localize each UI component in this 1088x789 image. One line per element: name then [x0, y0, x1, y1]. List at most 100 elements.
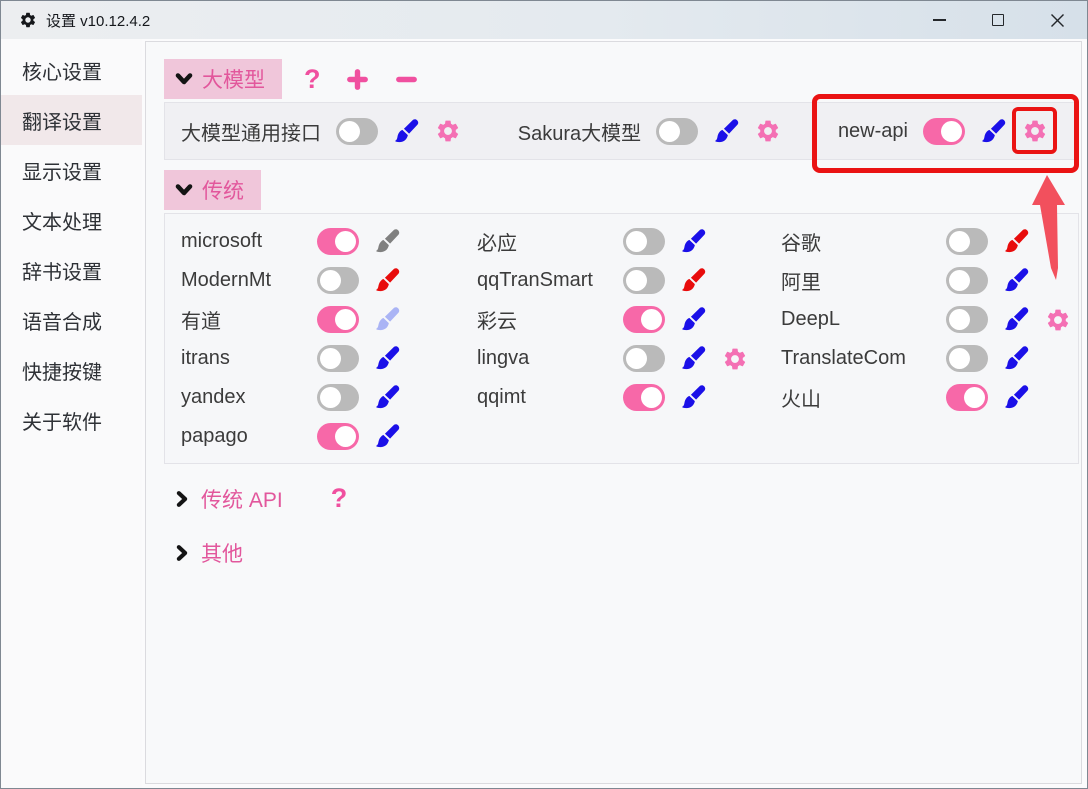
brush-icon[interactable] — [374, 267, 401, 294]
sidebar-item-label: 翻译设置 — [22, 106, 102, 135]
service-toggle[interactable] — [946, 306, 988, 333]
help-icon[interactable]: ? — [331, 483, 348, 514]
service-toggle[interactable] — [317, 345, 359, 372]
service-label: papago — [181, 425, 302, 448]
brush-icon[interactable] — [374, 423, 401, 450]
sidebar-item-label: 语音合成 — [22, 306, 102, 335]
brush-icon[interactable] — [680, 267, 707, 294]
service-toggle[interactable] — [946, 384, 988, 411]
sidebar-item-5[interactable]: 语音合成 — [1, 295, 142, 345]
brush-icon[interactable] — [374, 228, 401, 255]
minus-icon[interactable] — [394, 67, 419, 92]
traditional-section-bar: 传统 — [164, 170, 1081, 210]
gear-icon[interactable] — [435, 118, 461, 144]
gear-icon[interactable] — [1022, 118, 1048, 144]
brush-icon[interactable] — [393, 118, 420, 145]
toggle-knob — [339, 121, 360, 142]
service-label: 火山 — [781, 383, 931, 412]
toggle-knob — [949, 231, 970, 252]
service-label: new-api — [838, 120, 908, 143]
brush-icon[interactable] — [680, 228, 707, 255]
gear-icon[interactable] — [722, 346, 748, 372]
service-阿里: 阿里 — [781, 261, 1078, 300]
service-label: 阿里 — [781, 266, 931, 295]
chevron-down-icon — [174, 69, 194, 89]
help-icon[interactable]: ? — [304, 64, 321, 95]
sidebar-item-1[interactable]: 翻译设置 — [1, 95, 142, 145]
service-deepl: DeepL — [781, 300, 1078, 339]
brush-icon[interactable] — [680, 345, 707, 372]
llm-section-bar: 大模型 ? — [164, 59, 1081, 99]
sidebar-item-label: 核心设置 — [22, 56, 102, 85]
traditional-column-1: 必应 qqTranSmart 彩云 lingva qqimt — [477, 222, 781, 456]
title-bar[interactable]: 设置 v10.12.4.2 — [1, 1, 1087, 39]
brush-icon[interactable] — [374, 345, 401, 372]
section-header-traditional[interactable]: 传统 — [164, 170, 261, 210]
service-yandex: yandex — [181, 378, 477, 417]
maximize-button[interactable] — [981, 1, 1015, 39]
sidebar-item-6[interactable]: 快捷按键 — [1, 345, 142, 395]
chevron-down-icon — [174, 180, 194, 200]
service-toggle[interactable] — [317, 267, 359, 294]
close-button[interactable] — [1040, 1, 1074, 39]
service-toggle[interactable] — [317, 306, 359, 333]
service-toggle[interactable] — [623, 384, 665, 411]
service-谷歌: 谷歌 — [781, 222, 1078, 261]
brush-icon[interactable] — [680, 306, 707, 333]
sidebar-item-4[interactable]: 辞书设置 — [1, 245, 142, 295]
brush-icon[interactable] — [980, 118, 1007, 145]
section-header-traditional-api[interactable]: 传统 API ? — [173, 483, 1081, 514]
toggle-knob — [626, 348, 647, 369]
sidebar-item-2[interactable]: 显示设置 — [1, 145, 142, 195]
brush-icon[interactable] — [680, 384, 707, 411]
toggle-knob — [641, 387, 662, 408]
toggle-knob — [659, 121, 680, 142]
service-toggle[interactable] — [946, 267, 988, 294]
service-label: 谷歌 — [781, 227, 931, 256]
service-label: microsoft — [181, 230, 302, 253]
plus-icon[interactable] — [345, 67, 370, 92]
service-toggle[interactable] — [623, 345, 665, 372]
sidebar-item-3[interactable]: 文本处理 — [1, 195, 142, 245]
service-toggle[interactable] — [946, 345, 988, 372]
section-label-traditional: 传统 — [202, 175, 244, 205]
service-qqimt: qqimt — [477, 378, 781, 417]
service-label: ModernMt — [181, 269, 302, 292]
sidebar-item-7[interactable]: 关于软件 — [1, 395, 142, 445]
service-toggle[interactable] — [317, 423, 359, 450]
minimize-button[interactable] — [922, 1, 956, 39]
service-toggle[interactable] — [623, 306, 665, 333]
service-toggle[interactable] — [656, 118, 698, 145]
brush-icon[interactable] — [713, 118, 740, 145]
sidebar-item-label: 快捷按键 — [22, 356, 102, 385]
service-toggle[interactable] — [946, 228, 988, 255]
gear-icon[interactable] — [755, 118, 781, 144]
service-toggle[interactable] — [923, 118, 965, 145]
brush-icon[interactable] — [374, 384, 401, 411]
brush-icon[interactable] — [1003, 228, 1030, 255]
service-label: 有道 — [181, 305, 302, 334]
section-header-llm[interactable]: 大模型 — [164, 59, 282, 99]
service-toggle[interactable] — [623, 228, 665, 255]
toggle-knob — [626, 270, 647, 291]
toggle-knob — [320, 348, 341, 369]
brush-icon[interactable] — [1003, 345, 1030, 372]
service-translatecom: TranslateCom — [781, 339, 1078, 378]
sidebar-item-0[interactable]: 核心设置 — [1, 45, 142, 95]
brush-icon[interactable] — [1003, 267, 1030, 294]
toggle-knob — [949, 309, 970, 330]
brush-icon[interactable] — [374, 306, 401, 333]
service-label: 大模型通用接口 — [181, 117, 321, 146]
gear-icon[interactable] — [1045, 307, 1071, 333]
brush-icon[interactable] — [1003, 306, 1030, 333]
section-header-other[interactable]: 其他 — [173, 538, 1081, 568]
traditional-services-grid: microsoft ModernMt 有道 itrans yandex papa… — [164, 213, 1079, 464]
close-icon — [1050, 13, 1065, 28]
service-label: TranslateCom — [781, 347, 931, 370]
service-toggle[interactable] — [623, 267, 665, 294]
service-toggle[interactable] — [317, 228, 359, 255]
service-toggle[interactable] — [317, 384, 359, 411]
brush-icon[interactable] — [1003, 384, 1030, 411]
service-toggle[interactable] — [336, 118, 378, 145]
service-label: 彩云 — [477, 305, 608, 334]
